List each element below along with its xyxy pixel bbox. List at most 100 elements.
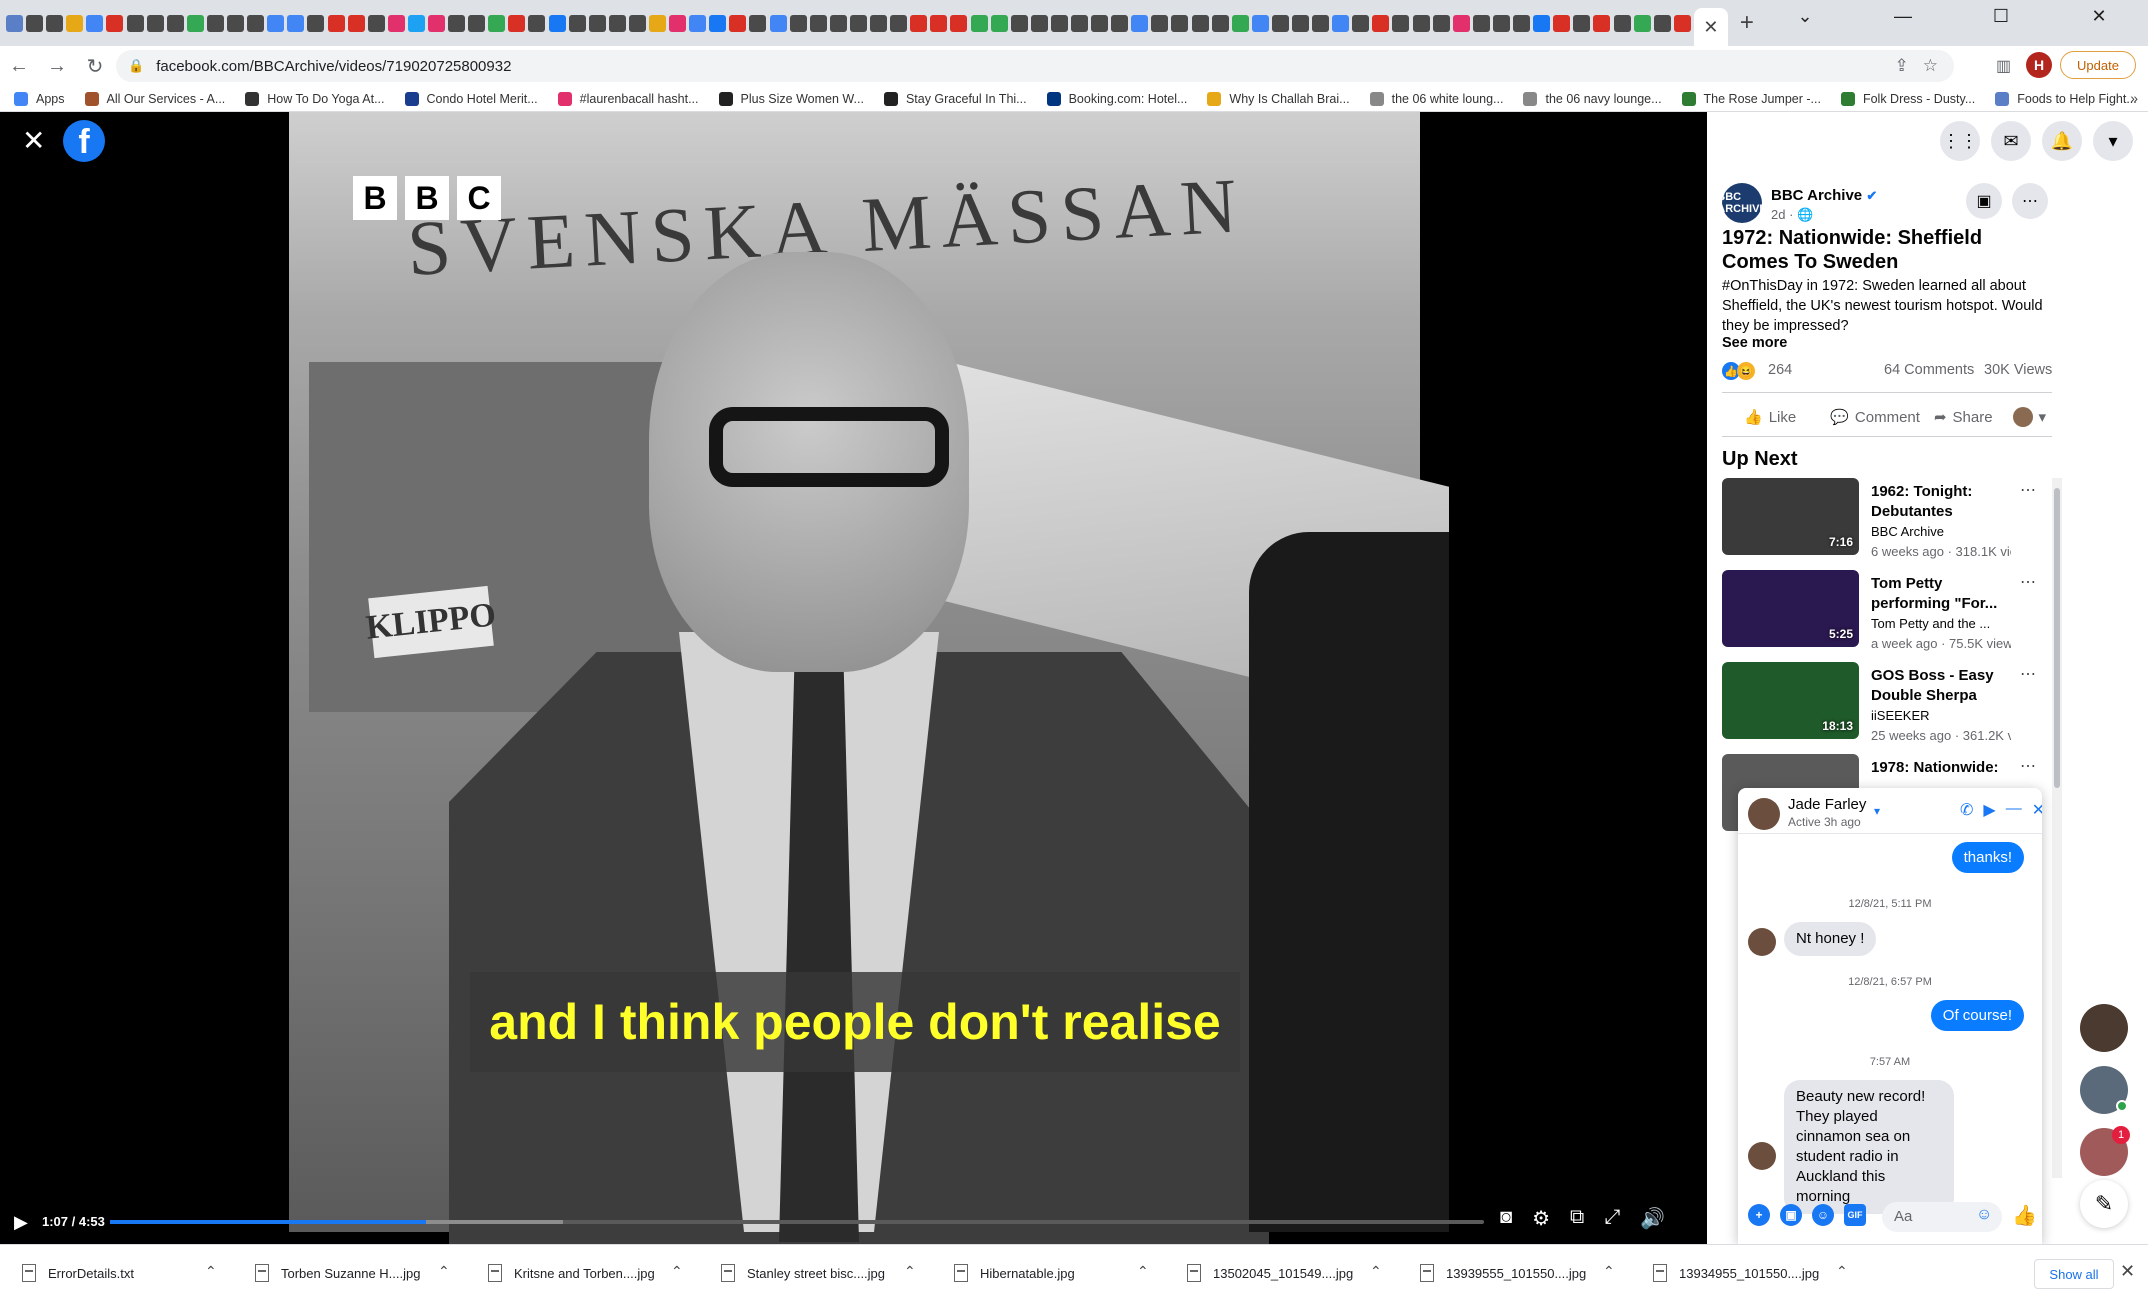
more-options-icon[interactable]: ⋯	[2020, 572, 2036, 592]
scrollbar-thumb[interactable]	[2054, 488, 2060, 788]
reaction-icons[interactable]: 👍 😆	[1722, 362, 1755, 380]
tab-favicon[interactable]	[1513, 14, 1531, 32]
bookmark-item[interactable]: Folk Dress - Dusty...	[1840, 91, 1975, 106]
tab-favicon[interactable]	[66, 14, 84, 32]
bookmark-item[interactable]: How To Do Yoga At...	[245, 91, 385, 106]
tab-favicon[interactable]	[307, 14, 325, 32]
tab-favicon[interactable]	[247, 14, 265, 32]
tab-favicon[interactable]	[227, 14, 245, 32]
see-more-link[interactable]: See more	[1722, 335, 1787, 351]
tab-favicon[interactable]	[689, 14, 707, 32]
tab-favicon[interactable]	[910, 14, 928, 32]
tab-favicon[interactable]	[1352, 14, 1370, 32]
up-next-scrollbar[interactable]	[2052, 478, 2062, 1178]
tab-favicon[interactable]	[387, 14, 405, 32]
close-chat-icon[interactable]: ✕	[2032, 800, 2042, 820]
tab-favicon[interactable]	[1151, 14, 1169, 32]
notifications-bell-icon[interactable]: 🔔	[2042, 121, 2082, 161]
reaction-count[interactable]: 264	[1768, 362, 1792, 378]
bookmark-item[interactable]: the 06 white loung...	[1369, 91, 1503, 106]
tab-search-icon[interactable]: ⌄	[1756, 0, 1854, 32]
comment-button[interactable]: 💬 Comment	[1830, 408, 1920, 427]
chevron-up-icon[interactable]: ⌃	[205, 1263, 217, 1280]
up-next-item[interactable]: 18:13 GOS Boss - Easy Double Sherpa iiSEEK…	[1722, 662, 2052, 743]
tab-favicon[interactable]	[608, 14, 626, 32]
up-next-channel[interactable]: BBC Archive	[1871, 524, 1944, 539]
profile-avatar[interactable]: H	[2026, 52, 2052, 78]
chat-head-avatar[interactable]: 1	[2080, 1126, 2130, 1176]
tab-favicon[interactable]	[347, 14, 365, 32]
message-bubble-sent[interactable]: thanks!	[1951, 842, 2024, 873]
emoji-icon[interactable]: ☺	[1976, 1206, 1992, 1224]
chat-contact-name[interactable]: Jade Farley	[1788, 796, 1866, 813]
bookmark-item[interactable]: Why Is Challah Brai...	[1207, 91, 1350, 106]
forward-button[interactable]: →	[38, 55, 76, 78]
bookmark-item[interactable]: Booking.com: Hotel...	[1046, 91, 1187, 106]
update-button[interactable]: Update	[2060, 51, 2136, 79]
video-call-icon[interactable]: ▶	[1983, 800, 1995, 820]
tab-favicon[interactable]	[508, 14, 526, 32]
download-item[interactable]: 13934955_101550....jpg ⌃	[1631, 1245, 1864, 1302]
bookmark-star-icon[interactable]: ☆	[1923, 56, 1938, 76]
tab-favicon[interactable]	[1613, 14, 1631, 32]
chevron-up-icon[interactable]: ⌃	[1836, 1263, 1848, 1280]
tab-favicon[interactable]	[1271, 14, 1289, 32]
up-next-channel[interactable]: Tom Petty and the ...	[1871, 616, 1990, 631]
download-item[interactable]: Torben Suzanne H....jpg ⌃	[233, 1245, 466, 1302]
tab-favicon[interactable]	[1533, 14, 1551, 32]
tab-favicon[interactable]	[166, 14, 184, 32]
minimize-chat-icon[interactable]: —	[2006, 800, 2022, 820]
sticker-icon[interactable]: ☺	[1812, 1204, 1834, 1226]
video-progress-bar[interactable]	[110, 1220, 1484, 1224]
settings-gear-icon[interactable]: ⚙	[1532, 1206, 1550, 1231]
bookmarks-overflow-icon[interactable]: »	[2130, 90, 2138, 106]
tab-favicon[interactable]	[709, 14, 727, 32]
tab-favicon[interactable]	[106, 14, 124, 32]
chat-head-avatar[interactable]	[2080, 1066, 2128, 1114]
tab-favicon[interactable]	[548, 14, 566, 32]
show-all-downloads-button[interactable]: Show all	[2034, 1259, 2114, 1289]
page-avatar[interactable]: BBC ARCHIVE	[1717, 183, 1767, 223]
tab-favicon[interactable]	[1412, 14, 1430, 32]
tab-favicon[interactable]	[669, 14, 687, 32]
phone-call-icon[interactable]: ✆	[1960, 800, 1973, 820]
tab-favicon[interactable]	[407, 14, 425, 32]
tab-favicon[interactable]	[1211, 14, 1229, 32]
chevron-down-icon[interactable]: ▾	[1874, 804, 1880, 818]
tab-favicon[interactable]	[1673, 14, 1691, 32]
url-field[interactable]: 🔒 facebook.com/BBCArchive/videos/7190207…	[116, 50, 1954, 82]
chat-head-avatar[interactable]	[2080, 1004, 2128, 1052]
new-message-icon[interactable]: ✎	[2080, 1180, 2128, 1228]
download-item[interactable]: ErrorDetails.txt ⌃	[0, 1245, 233, 1302]
tab-favicon[interactable]	[1312, 14, 1330, 32]
tab-favicon[interactable]	[628, 14, 646, 32]
bookmark-item[interactable]: Foods to Help Fight...	[1995, 91, 2137, 106]
tab-favicon[interactable]	[1553, 14, 1571, 32]
like-button[interactable]: 👍 Like	[1744, 408, 1796, 427]
more-options-icon[interactable]: ⋯	[2020, 480, 2036, 500]
video-thumbnail[interactable]: 5:25	[1722, 570, 1859, 647]
tab-favicon[interactable]	[890, 14, 908, 32]
tab-favicon[interactable]	[6, 14, 23, 32]
chat-header[interactable]: Jade Farley Active 3h ago ▾ ✆ ▶ — ✕	[1738, 788, 2042, 834]
bookmark-item[interactable]: Plus Size Women W...	[718, 91, 864, 106]
video-thumbnail[interactable]: 18:13	[1722, 662, 1859, 739]
tab-favicon[interactable]	[588, 14, 606, 32]
tab-favicon[interactable]	[1633, 14, 1651, 32]
tab-favicon[interactable]	[287, 14, 305, 32]
share-page-icon[interactable]: ⇪	[1895, 56, 1909, 76]
reload-button[interactable]: ↻	[76, 54, 114, 79]
play-icon[interactable]: ▶	[14, 1212, 28, 1233]
up-next-item[interactable]: 7:16 1962: Tonight: Debutantes BBC Archive…	[1722, 478, 2052, 559]
download-item[interactable]: Hibernatable.jpg ⌃	[932, 1245, 1165, 1302]
tab-favicon[interactable]	[367, 14, 385, 32]
tab-favicon[interactable]	[1091, 14, 1109, 32]
chat-messages[interactable]: thanks! 12/8/21, 5:11 PM Nt honey ! 12/8/21…	[1738, 834, 2042, 1214]
tab-favicon[interactable]	[86, 14, 104, 32]
tab-favicon[interactable]	[1070, 14, 1088, 32]
up-next-channel[interactable]: iiSEEKER	[1871, 708, 1930, 723]
tab-favicon[interactable]	[528, 14, 546, 32]
tab-favicon[interactable]	[1111, 14, 1129, 32]
bookmark-item[interactable]: Apps	[14, 91, 65, 106]
tab-favicon[interactable]	[448, 14, 466, 32]
